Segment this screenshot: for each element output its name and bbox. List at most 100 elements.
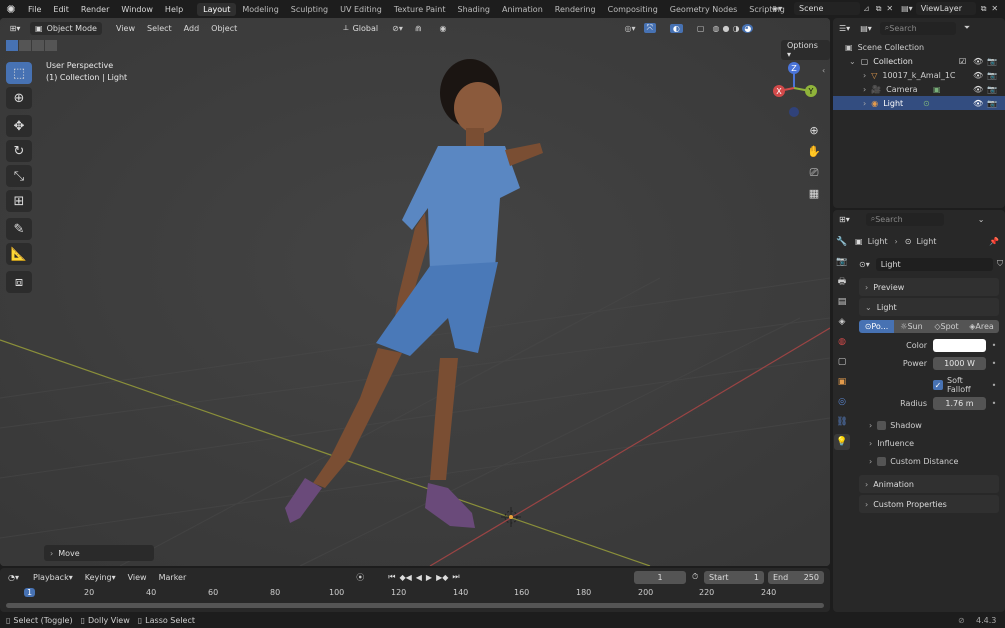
animation-panel-header[interactable]: › Animation — [859, 475, 999, 493]
editor-type-icon[interactable]: ⊞▾ — [0, 24, 30, 33]
scene-collection-row[interactable]: ▣ Scene Collection — [833, 40, 1005, 54]
radius-field[interactable]: 1.76 m — [933, 396, 986, 410]
collection-tab-icon[interactable]: ▢ — [834, 354, 850, 370]
menu-keying[interactable]: Keying ▾ — [79, 570, 122, 584]
clock-icon[interactable]: ⏱ — [692, 572, 698, 582]
chevron-down-icon[interactable]: ⌄ — [978, 215, 985, 224]
tab-geometry-nodes[interactable]: Geometry Nodes — [664, 3, 743, 16]
start-frame-field[interactable]: Start 1 — [704, 570, 764, 584]
tab-layout[interactable]: Layout — [197, 2, 237, 16]
zoom-icon[interactable]: ⊕ — [804, 120, 824, 141]
play-icon[interactable]: ▶ — [426, 573, 432, 582]
pan-hand-icon[interactable]: ✋ — [804, 141, 824, 162]
pin-icon[interactable]: 📌 — [989, 237, 999, 246]
new-scene-icon[interactable]: ⧉ — [876, 4, 882, 14]
jump-prev-key-icon[interactable]: ◆◀ — [399, 573, 411, 582]
outliner-editor-icon[interactable]: ☰▾ — [839, 24, 850, 33]
pivot-icon[interactable]: ⊘▾ — [392, 24, 403, 33]
light-datablock-icon[interactable]: ⊙▾ — [859, 260, 870, 269]
camera-data-icon[interactable]: ▣ — [933, 85, 941, 94]
outliner-item-camera[interactable]: › 🎥 Camera ▣ 👁 📷 — [833, 82, 1005, 96]
scale-tool-icon[interactable]: ⤡ — [6, 165, 32, 187]
visibility-icon[interactable]: ◎▾ — [625, 24, 636, 33]
menu-object[interactable]: Object — [205, 21, 243, 35]
current-frame-field[interactable]: 1 — [634, 570, 686, 584]
world-tab-icon[interactable]: ◍ — [834, 334, 850, 350]
add-cube-tool-icon[interactable]: ⧈ — [6, 271, 32, 293]
influence-subpanel[interactable]: › Influence — [869, 435, 999, 451]
select-box-tool-icon[interactable]: ⬚ — [6, 62, 32, 84]
view-layer-icon[interactable]: ▤▾ — [901, 4, 913, 13]
eye-icon[interactable]: 👁 — [973, 57, 983, 66]
render-tab-icon[interactable]: 📷 — [834, 254, 850, 270]
menu-view[interactable]: View — [110, 21, 141, 35]
light-type-area-button[interactable]: ◈ Area — [964, 320, 999, 333]
gizmo-toggle-icon[interactable]: ⤧ — [643, 23, 656, 33]
light-type-spot-button[interactable]: ◇ Spot — [929, 320, 964, 333]
custom-properties-panel-header[interactable]: › Custom Properties — [859, 495, 999, 513]
view-layer-tab-icon[interactable]: ▤ — [834, 294, 850, 310]
material-shading-icon[interactable]: ◑ — [732, 24, 739, 33]
new-view-layer-icon[interactable]: ⧉ — [981, 4, 987, 14]
exclude-checkbox-icon[interactable]: ☑ — [959, 57, 966, 66]
jump-start-icon[interactable]: ⏮ — [388, 572, 395, 582]
fake-user-icon[interactable]: ⛉ — [997, 259, 1003, 269]
keyframe-dot-icon[interactable]: • — [989, 359, 999, 368]
render-camera-icon[interactable]: 📷 — [987, 71, 997, 80]
tab-rendering[interactable]: Rendering — [549, 3, 602, 16]
view-layer-selector[interactable]: ViewLayer — [915, 2, 976, 15]
auto-keying-icon[interactable]: ⦿ — [356, 572, 364, 583]
render-camera-icon[interactable]: 📷 — [987, 99, 997, 108]
frame-ruler[interactable]: 1 20 40 60 80 100 120 140 160 180 200 22… — [0, 588, 830, 600]
light-type-point-button[interactable]: ⊙ Po... — [859, 320, 894, 333]
keyframe-dot-icon[interactable]: • — [989, 381, 999, 390]
jump-next-key-icon[interactable]: ▶◆ — [436, 573, 448, 582]
light-data-tab-icon[interactable]: 💡 — [834, 434, 850, 450]
shadow-subpanel[interactable]: › Shadow — [869, 417, 999, 433]
custom-distance-checkbox[interactable] — [877, 456, 887, 466]
select-extend-icon[interactable] — [19, 40, 31, 51]
sidebar-toggle-icon[interactable]: ‹ — [822, 66, 825, 75]
tab-modeling[interactable]: Modeling — [236, 3, 284, 16]
light-data-icon[interactable]: ⊙ — [923, 99, 930, 108]
collection-row[interactable]: ⌄ ▢ Collection ☑ 👁 📷 — [833, 54, 1005, 68]
tab-sculpting[interactable]: Sculpting — [285, 3, 334, 16]
rotate-tool-icon[interactable]: ↻ — [6, 140, 32, 162]
render-camera-icon[interactable]: 📷 — [987, 57, 997, 66]
annotate-tool-icon[interactable]: ✎ — [6, 218, 32, 240]
light-datablock-name[interactable]: Light — [875, 257, 993, 271]
properties-editor-icon[interactable]: ⊞▾ — [839, 215, 850, 224]
end-frame-field[interactable]: End 250 — [768, 570, 824, 584]
tab-uv-editing[interactable]: UV Editing — [334, 3, 388, 16]
scene-tab-icon[interactable]: ◈ — [834, 314, 850, 330]
pin-icon[interactable]: ⊿ — [863, 4, 870, 13]
render-camera-icon[interactable]: 📷 — [987, 85, 997, 94]
scene-selector[interactable]: Scene — [794, 2, 860, 15]
output-tab-icon[interactable]: 🖶 — [834, 274, 850, 290]
delete-view-layer-icon[interactable]: ✕ — [991, 4, 998, 13]
rendered-shading-icon[interactable]: ◕ — [742, 23, 754, 33]
wireframe-shading-icon[interactable]: ◍ — [712, 24, 719, 33]
preview-panel-header[interactable]: › Preview — [859, 278, 999, 296]
tab-compositing[interactable]: Compositing — [602, 3, 664, 16]
playhead[interactable]: 1 — [24, 588, 36, 597]
tab-texture-paint[interactable]: Texture Paint — [388, 3, 452, 16]
camera-view-icon[interactable]: ⎚ — [804, 162, 824, 183]
chevron-right-icon[interactable]: › — [863, 85, 866, 94]
display-mode-icon[interactable]: ▤▾ — [860, 24, 872, 33]
perspective-grid-icon[interactable]: ▦ — [804, 183, 824, 204]
outliner-search-input[interactable]: ⌕ Search — [879, 21, 956, 35]
outliner-item-mesh[interactable]: › ▽ 10017_k_Amal_1C 👁 📷 — [833, 68, 1005, 82]
eye-icon[interactable]: 👁 — [973, 99, 983, 108]
menu-timeline-view[interactable]: View — [122, 570, 153, 584]
snap-icon[interactable]: ⋒ — [415, 24, 422, 33]
menu-playback[interactable]: Playback ▾ — [27, 570, 79, 584]
transform-tool-icon[interactable]: ⊞ — [6, 190, 32, 212]
solid-shading-icon[interactable]: ● — [722, 24, 729, 33]
last-operator-panel[interactable]: › Move — [44, 545, 154, 561]
power-field[interactable]: 1000 W — [933, 356, 986, 370]
filter-icon[interactable]: ⏷ — [964, 23, 970, 33]
move-tool-icon[interactable]: ✥ — [6, 115, 32, 137]
options-button[interactable]: Options ▾ — [781, 40, 830, 60]
object-tab-icon[interactable]: ▣ — [834, 374, 850, 390]
